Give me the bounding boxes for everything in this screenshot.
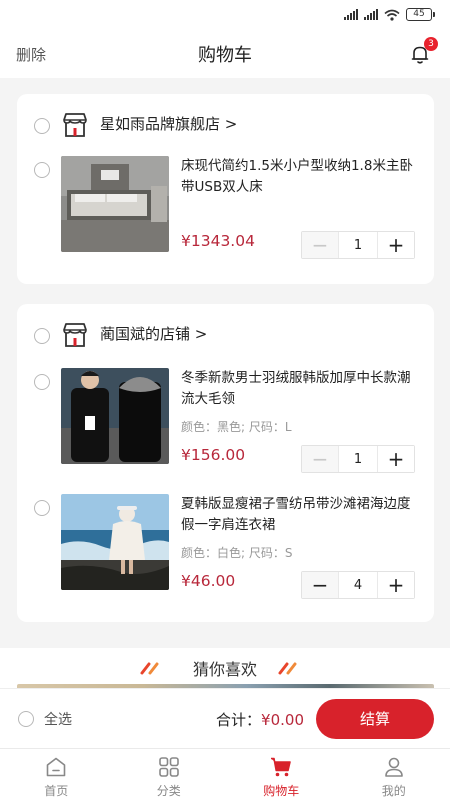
tab-home[interactable]: 首页 (0, 749, 113, 800)
page-title: 购物车 (198, 45, 252, 66)
store-header: 蔺国斌的店铺 > (17, 304, 434, 364)
increase-button[interactable]: + (378, 232, 414, 258)
tab-label: 首页 (44, 784, 69, 798)
shop-icon (63, 113, 87, 137)
increase-button[interactable]: + (378, 446, 414, 472)
store-name: 蔺国斌的店铺 (100, 325, 191, 343)
item-checkbox[interactable] (34, 374, 50, 390)
chevron-right-icon: > (224, 115, 238, 133)
product-image[interactable] (61, 494, 169, 590)
signal-icon (364, 9, 378, 20)
decoration-icon (278, 662, 297, 675)
store-checkbox[interactable] (34, 118, 50, 134)
battery-icon: 45 (406, 8, 435, 21)
product-image[interactable] (61, 156, 169, 252)
product-price: ¥156.00 (181, 446, 246, 464)
cart-list[interactable]: 星如雨品牌旗舰店 > 床现代简约1.5米小户型收纳1.8米主卧带USB双人床 ¥… (0, 78, 450, 688)
store-checkbox[interactable] (34, 328, 50, 344)
decrease-button[interactable]: − (302, 572, 338, 598)
product-spec: 颜色：黑色; 尺码：L (181, 420, 292, 434)
quantity-stepper: − 4 + (301, 571, 415, 599)
user-icon (384, 757, 403, 777)
product-title[interactable]: 夏韩版显瘦裙子雪纺吊带沙滩裙海边度假一字肩连衣裙 (181, 494, 413, 536)
quantity-value[interactable]: 4 (338, 572, 378, 598)
chevron-right-icon: > (194, 325, 208, 343)
bottom-tab-bar: 首页 分类 购物车 我的 (0, 748, 450, 800)
header: 删除 购物车 3 (0, 30, 450, 78)
product-title[interactable]: 床现代简约1.5米小户型收纳1.8米主卧带USB双人床 (181, 156, 413, 198)
checkout-button[interactable]: 结算 (316, 699, 434, 739)
signal-icon (344, 9, 358, 20)
category-icon (158, 757, 179, 777)
increase-button[interactable]: + (378, 572, 414, 598)
tab-label: 购物车 (263, 784, 300, 798)
cart-icon (271, 757, 292, 777)
item-checkbox[interactable] (34, 162, 50, 178)
decrease-button[interactable]: − (302, 232, 338, 258)
store-header: 星如雨品牌旗舰店 > (17, 94, 434, 154)
home-icon (46, 757, 66, 777)
status-bar: 45 (0, 0, 450, 30)
store-link[interactable]: 蔺国斌的店铺 > (100, 323, 207, 344)
total-price: 合计：¥0.00 (216, 709, 304, 730)
product-price: ¥1343.04 (181, 232, 255, 250)
product-image[interactable] (61, 368, 169, 464)
quantity-stepper: − 1 + (301, 231, 415, 259)
tab-cart[interactable]: 购物车 (225, 749, 338, 800)
recommendation-header: 猜你喜欢 (0, 648, 450, 688)
tab-category[interactable]: 分类 (113, 749, 226, 800)
store-card: 蔺国斌的店铺 > 冬季新款男士羽绒服韩版加厚中长款潮流大毛领 颜色：黑色; 尺码… (17, 304, 434, 622)
store-link[interactable]: 星如雨品牌旗舰店 > (100, 113, 237, 134)
notification-badge: 3 (424, 37, 438, 51)
tab-label: 分类 (156, 784, 181, 798)
wifi-icon (384, 9, 400, 21)
cart-item: 夏韩版显瘦裙子雪纺吊带沙滩裙海边度假一字肩连衣裙 颜色：白色; 尺码：S ¥46… (17, 494, 434, 606)
total-label: 合计： (216, 711, 262, 729)
tab-profile[interactable]: 我的 (338, 749, 450, 800)
store-card: 星如雨品牌旗舰店 > 床现代简约1.5米小户型收纳1.8米主卧带USB双人床 ¥… (17, 94, 434, 284)
quantity-value[interactable]: 1 (338, 446, 378, 472)
notification-button[interactable]: 3 (408, 37, 438, 66)
select-all-label[interactable]: 全选 (44, 709, 72, 729)
select-all-checkbox[interactable] (18, 711, 34, 727)
tab-label: 我的 (381, 784, 406, 798)
cart-item: 冬季新款男士羽绒服韩版加厚中长款潮流大毛领 颜色：黑色; 尺码：L ¥156.0… (17, 368, 434, 480)
checkout-bar: 全选 合计：¥0.00 结算 (0, 688, 450, 748)
delete-button[interactable]: 删除 (16, 44, 46, 65)
item-checkbox[interactable] (34, 500, 50, 516)
quantity-value[interactable]: 1 (338, 232, 378, 258)
shop-icon (63, 323, 87, 347)
recommendation-title: 猜你喜欢 (192, 660, 257, 679)
product-title[interactable]: 冬季新款男士羽绒服韩版加厚中长款潮流大毛领 (181, 368, 413, 410)
product-spec: 颜色：白色; 尺码：S (181, 546, 293, 560)
total-amount: ¥0.00 (261, 711, 304, 729)
store-name: 星如雨品牌旗舰店 (100, 115, 221, 133)
product-price: ¥46.00 (181, 572, 236, 590)
cart-item: 床现代简约1.5米小户型收纳1.8米主卧带USB双人床 ¥1343.04 − 1… (17, 156, 434, 268)
quantity-stepper: − 1 + (301, 445, 415, 473)
decrease-button[interactable]: − (302, 446, 338, 472)
